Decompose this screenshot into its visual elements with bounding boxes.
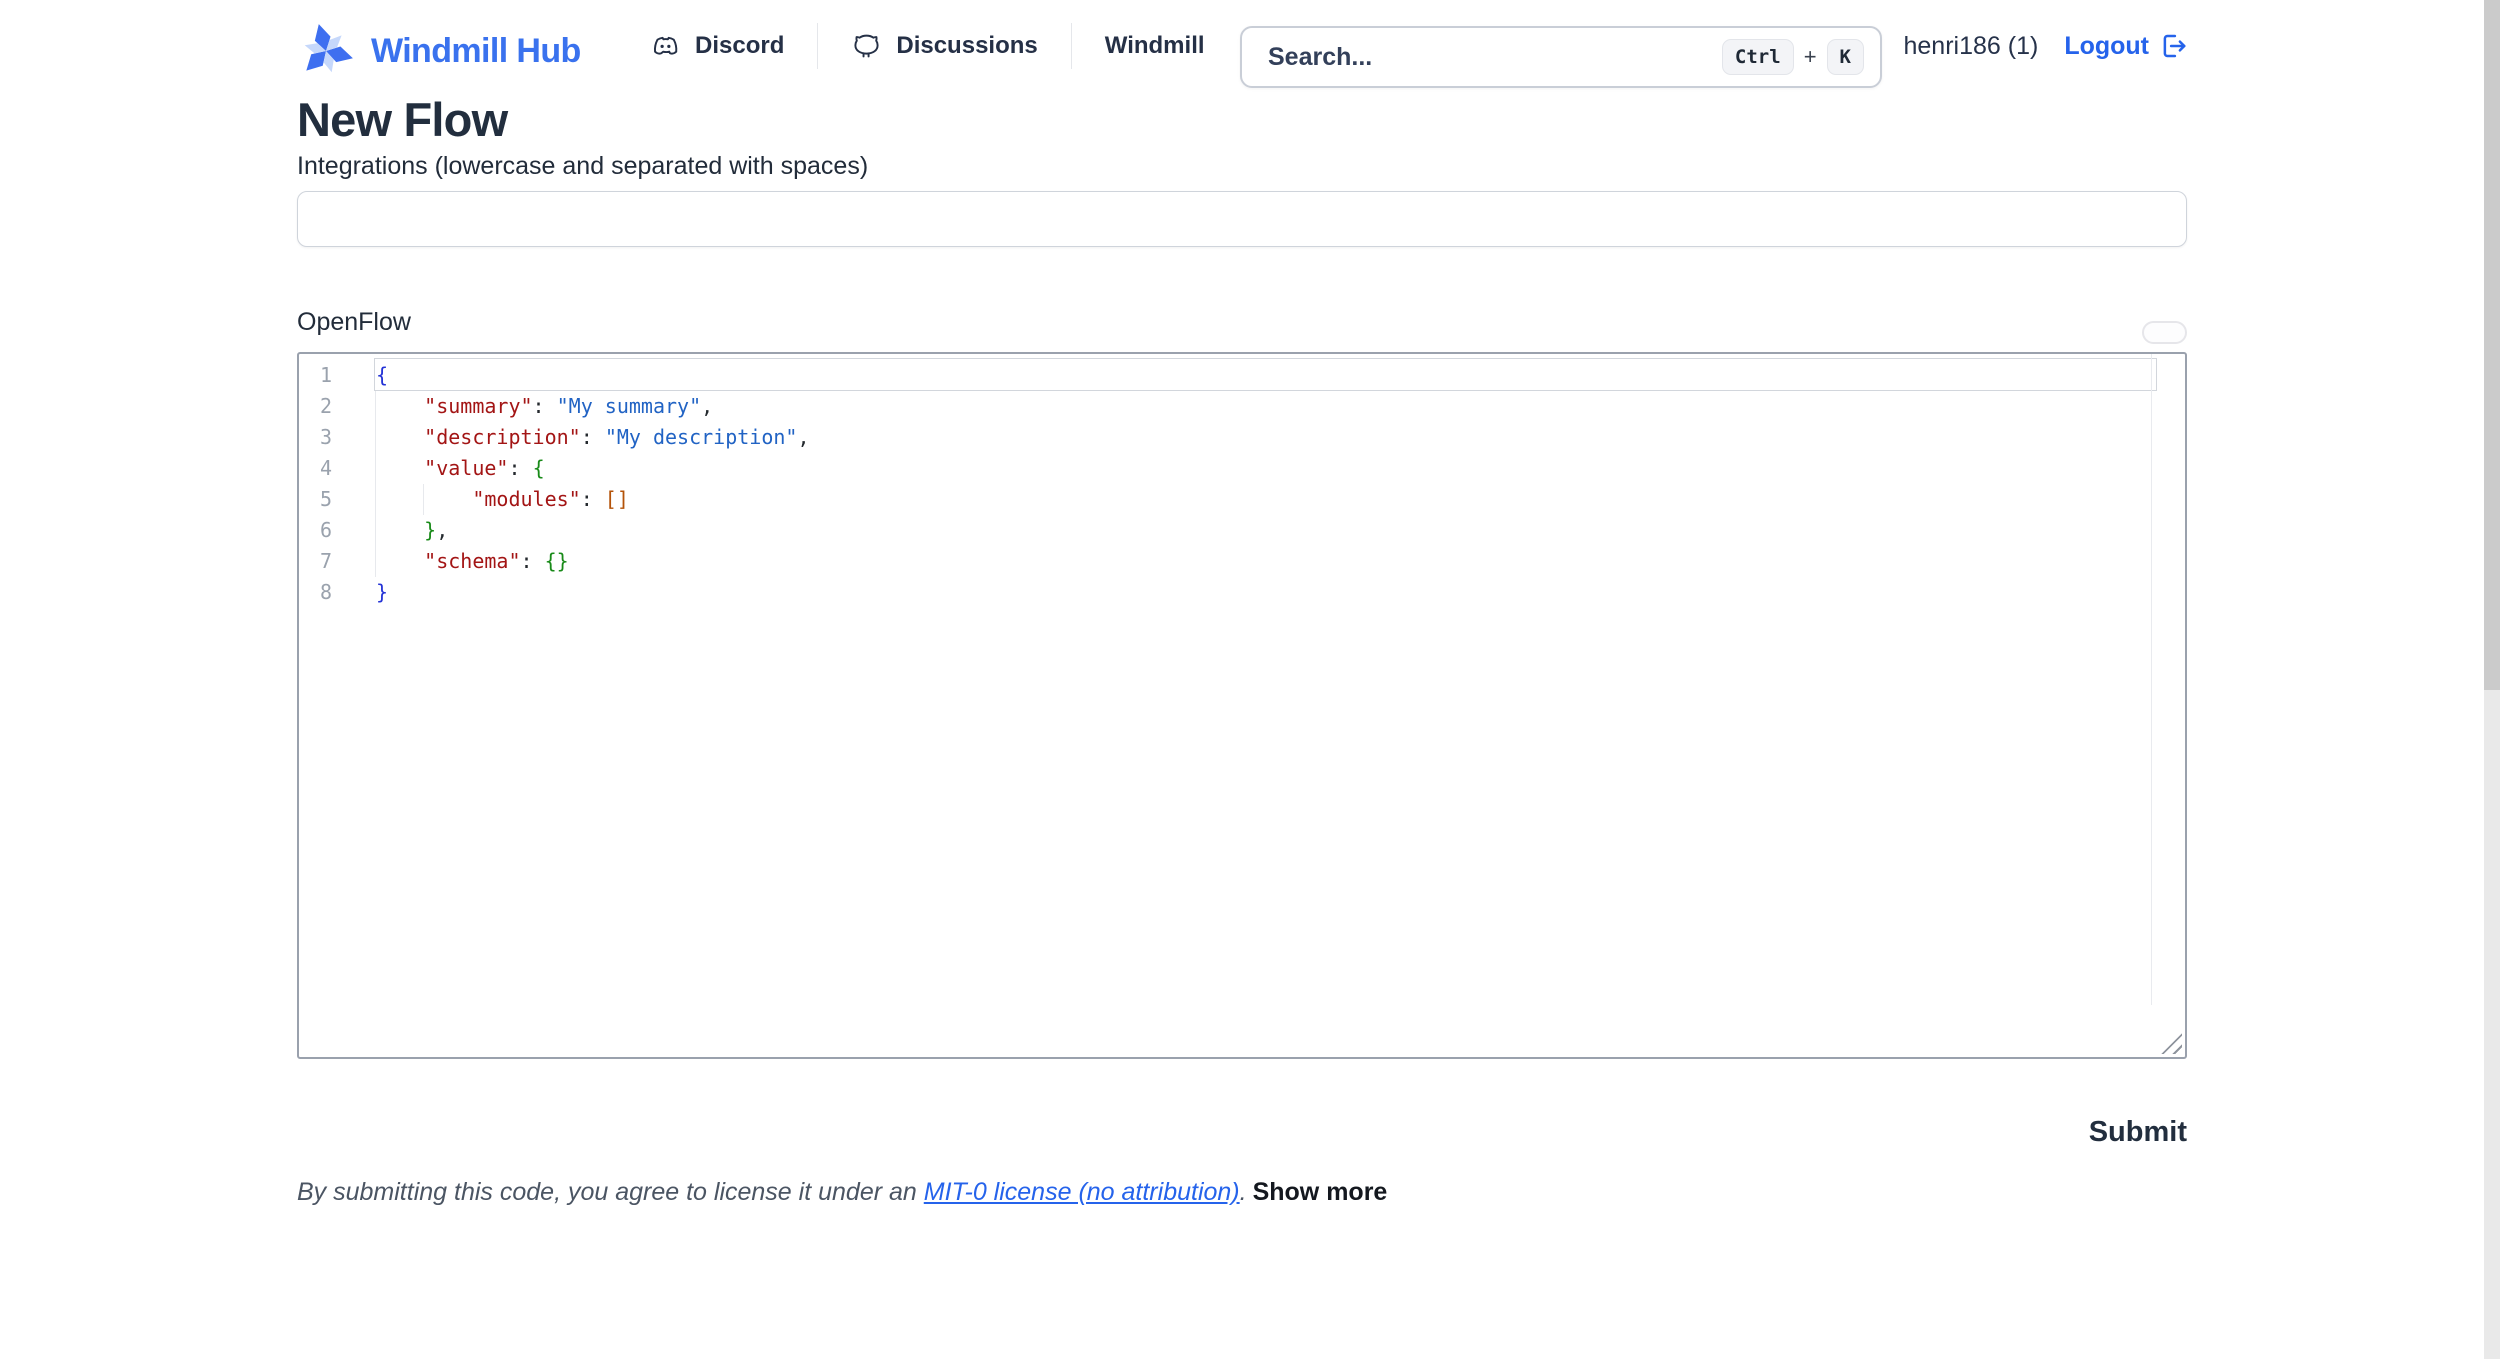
code-line: 2 "summary": "My summary", bbox=[299, 391, 2185, 422]
code-line: 6 }, bbox=[299, 515, 2185, 546]
line-number: 6 bbox=[299, 515, 376, 546]
nav-label-discussions: Discussions bbox=[896, 32, 1037, 60]
code-text: "value": { bbox=[376, 453, 545, 484]
code-line: 5 "modules": [] bbox=[299, 484, 2185, 515]
search-placeholder: Search... bbox=[1268, 43, 1722, 72]
brand-home-link[interactable]: Windmill Hub bbox=[297, 22, 581, 80]
license-period: . bbox=[1240, 1178, 1247, 1206]
submit-row: Submit bbox=[297, 1116, 2187, 1149]
code-text: { bbox=[376, 360, 388, 391]
nav-label-discord: Discord bbox=[695, 32, 784, 60]
line-number: 5 bbox=[299, 484, 376, 515]
code-line: 7 "schema": {} bbox=[299, 546, 2185, 577]
openflow-code-editor[interactable]: 1{2 "summary": "My summary",3 "descripti… bbox=[297, 352, 2187, 1059]
code-lines: 1{2 "summary": "My summary",3 "descripti… bbox=[299, 360, 2185, 608]
submit-button[interactable]: Submit bbox=[2089, 1116, 2187, 1149]
line-number: 3 bbox=[299, 422, 376, 453]
editor-toggle[interactable] bbox=[2142, 321, 2187, 344]
header-user-area: henri186 (1) Logout bbox=[1904, 0, 2189, 92]
license-text: By submitting this code, you agree to li… bbox=[297, 1178, 924, 1206]
indent-guide bbox=[375, 391, 376, 577]
github-icon bbox=[851, 31, 882, 62]
code-text: "modules": [] bbox=[376, 484, 629, 515]
integrations-input[interactable] bbox=[297, 191, 2187, 247]
code-text: }, bbox=[376, 515, 448, 546]
integrations-label: Integrations (lowercase and separated wi… bbox=[297, 152, 868, 181]
scrollbar-thumb[interactable] bbox=[2484, 0, 2500, 690]
windmill-logo-icon bbox=[297, 22, 355, 80]
line-number: 4 bbox=[299, 453, 376, 484]
code-line: 1{ bbox=[299, 360, 2185, 391]
kbd-plus-sign: + bbox=[1804, 44, 1817, 70]
nav-label-windmill: Windmill bbox=[1105, 32, 1205, 60]
code-line: 4 "value": { bbox=[299, 453, 2185, 484]
nav-item-discord[interactable]: Discord bbox=[650, 31, 817, 62]
editor-scroll-divider bbox=[2151, 354, 2152, 1005]
logout-link[interactable]: Logout bbox=[2064, 31, 2188, 61]
show-more-button[interactable]: Show more bbox=[1253, 1178, 1388, 1206]
code-text: "description": "My description", bbox=[376, 422, 810, 453]
page-scrollbar[interactable] bbox=[2484, 0, 2500, 1359]
logout-label: Logout bbox=[2064, 32, 2149, 61]
line-number: 8 bbox=[299, 577, 376, 608]
code-text: "schema": {} bbox=[376, 546, 569, 577]
code-text: "summary": "My summary", bbox=[376, 391, 713, 422]
username-label: henri186 (1) bbox=[1904, 32, 2039, 61]
mit0-license-link[interactable]: MIT-0 license (no attribution) bbox=[924, 1178, 1240, 1206]
kbd-k: K bbox=[1827, 39, 1864, 76]
resize-grip[interactable] bbox=[2156, 1028, 2182, 1054]
license-note: By submitting this code, you agree to li… bbox=[297, 1178, 1387, 1207]
brand-title: Windmill Hub bbox=[371, 32, 581, 71]
discord-icon bbox=[650, 31, 681, 62]
code-line: 3 "description": "My description", bbox=[299, 422, 2185, 453]
indent-guide bbox=[423, 484, 424, 515]
nav-item-windmill[interactable]: Windmill bbox=[1072, 32, 1238, 60]
kbd-ctrl: Ctrl bbox=[1722, 39, 1794, 76]
openflow-label: OpenFlow bbox=[297, 308, 411, 337]
search-input[interactable]: Search... Ctrl + K bbox=[1240, 26, 1882, 88]
page-title: New Flow bbox=[297, 92, 507, 147]
nav-item-discussions[interactable]: Discussions bbox=[818, 31, 1070, 62]
logout-icon bbox=[2158, 31, 2188, 61]
code-line: 8} bbox=[299, 577, 2185, 608]
line-number: 7 bbox=[299, 546, 376, 577]
line-number: 1 bbox=[299, 360, 376, 391]
header-nav: Discord Discussions Windmill bbox=[650, 0, 1238, 92]
windmill-hub-page: Windmill Hub Discord Discussions Windmil… bbox=[0, 0, 2500, 1359]
line-number: 2 bbox=[299, 391, 376, 422]
code-text: } bbox=[376, 577, 388, 608]
